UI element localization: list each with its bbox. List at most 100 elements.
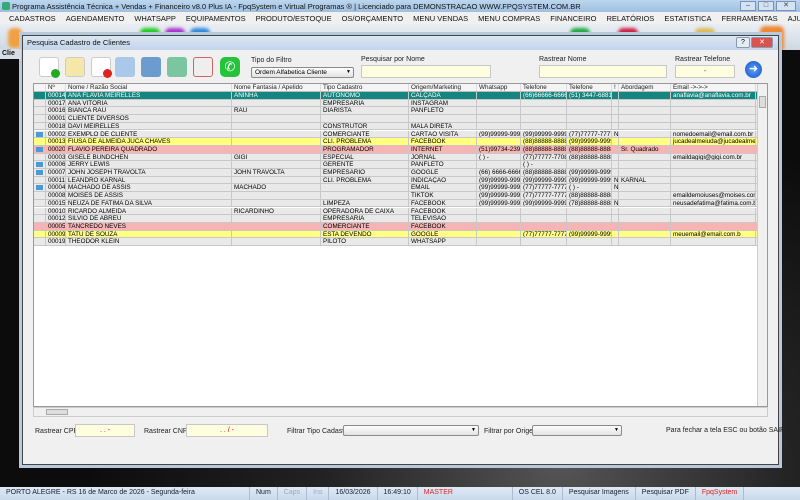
menu-agendamento[interactable]: AGENDAMENTO: [61, 12, 130, 24]
dialog-title-bar: Pesquisa Cadastro de Clientes: [23, 36, 778, 50]
cell: (77)77777-7708: [523, 153, 567, 161]
column-header[interactable]: Telefone: [521, 84, 567, 91]
cell: [619, 99, 671, 107]
whatsapp-icon[interactable]: ✆: [220, 57, 240, 77]
menu-relatrios[interactable]: RELATÓRIOS: [602, 12, 660, 24]
cell: [671, 238, 756, 245]
column-header[interactable]: [34, 84, 46, 91]
menu-osoramento[interactable]: OS/ORÇAMENTO: [337, 12, 409, 24]
contacts-icon[interactable]: [141, 57, 161, 77]
column-header[interactable]: Nome Fantasia / Apelido: [232, 84, 321, 91]
search-name-input[interactable]: [361, 65, 491, 78]
track-cnpj-input[interactable]: . . / -: [186, 424, 268, 437]
table-row[interactable]: 00006 JERRY LEWIS GERENTE PANFLETO ( ) -: [34, 161, 758, 169]
email-icon[interactable]: [193, 57, 213, 77]
table-row[interactable]: 00007 JOHN JOSEPH TRAVOLTA JOHN TRAVOLTA EM…: [34, 169, 758, 177]
menu-produtoestoque[interactable]: PRODUTO/ESTOQUE: [251, 12, 337, 24]
edit-document-icon[interactable]: [65, 57, 85, 77]
track-name-input[interactable]: [539, 65, 667, 78]
table-row[interactable]: 00008 MOISES DE ASSIS TIKTOK (99)99999-9999…: [34, 192, 758, 200]
table-row[interactable]: 00001 CLIENTE DIVERSOS: [34, 115, 758, 123]
menu-menucompras[interactable]: MENU COMPRAS: [473, 12, 545, 24]
menu-cadastros[interactable]: CADASTROS: [4, 12, 61, 24]
cell: INDICAÇÃO: [409, 176, 477, 184]
status-item[interactable]: FpqSystem: [696, 487, 745, 500]
print-icon[interactable]: [115, 57, 135, 77]
cell: FIUSA DE ALMEIDA JUCA CHAVES: [66, 138, 232, 145]
filter-type-select[interactable]: Ordem Alfabetica Cliente: [251, 67, 354, 78]
cell: [619, 184, 671, 192]
cell: GISELE BUNDCHEN: [66, 153, 232, 161]
cell: MOISES DE ASSIS: [66, 192, 232, 199]
cell: (99)99999-9999: [479, 199, 521, 207]
table-row[interactable]: 00020 FLAVIO PEREIRA QUADRADO PROGRAMADOR I…: [34, 145, 758, 154]
track-phone-input[interactable]: -: [675, 65, 735, 78]
menu-ajuda[interactable]: AJUDA: [783, 12, 800, 24]
cell: [477, 99, 521, 107]
cell: [671, 215, 756, 222]
row-indicator: [34, 184, 46, 192]
go-arrow-icon[interactable]: ➜: [745, 61, 762, 78]
filter-tipo-select[interactable]: [343, 425, 479, 436]
column-header[interactable]: Abordagem: [619, 84, 671, 91]
status-item[interactable]: OS CEL 8.0: [513, 487, 563, 500]
menu-menuvendas[interactable]: MENU VENDAS: [408, 12, 473, 24]
column-header[interactable]: Tipo Cadastro: [321, 84, 409, 91]
cell: [567, 207, 612, 215]
horizontal-scrollbar[interactable]: [33, 407, 768, 417]
column-header[interactable]: Email ->->->: [671, 84, 756, 91]
table-row[interactable]: 00003 GISELE BUNDCHEN GIGI ESPECIAL JORNAL( …: [34, 153, 758, 162]
cell: [612, 238, 619, 245]
table-row[interactable]: 00018 DAVI MEIRELLES CONSTRUTOR MALA DIRETA: [34, 122, 758, 131]
cell: [521, 238, 567, 245]
menu-whatsapp[interactable]: WHATSAPP: [129, 12, 181, 24]
table-row[interactable]: 00014 ANA FLAVIA MEIRELLES ANINHA AUTONOMO C…: [34, 92, 758, 100]
cell: 00013: [48, 138, 66, 145]
table-row[interactable]: 00012 SILVIO DE ABREU EMPRESARIA TELEVISÃO: [34, 215, 758, 223]
table-row[interactable]: 00017 ANA VITÓRIA EMPRESARIA INSTAGRAM: [34, 99, 758, 108]
menu-estatistica[interactable]: ESTATISTICA: [659, 12, 716, 24]
minimize-button[interactable]: –: [740, 1, 756, 11]
add-document-icon[interactable]: [39, 57, 60, 78]
close-app-button[interactable]: ✕: [776, 1, 796, 11]
status-item[interactable]: Pesquisar PDF: [636, 487, 696, 500]
table-row[interactable]: 00015 NEUZA DE FATIMA DA SILVA LIMPEZA FACE…: [34, 199, 758, 208]
maximize-button[interactable]: □: [758, 1, 774, 11]
help-button[interactable]: ?: [736, 37, 750, 48]
table-row[interactable]: 00005 TANCREDO NEVES COMERCIANTE FACEBOOK: [34, 222, 758, 231]
table-row[interactable]: 00002 EXEMPLO DE CLIENTE COMERCIANTE CARTÃO…: [34, 130, 758, 139]
cell: [477, 92, 521, 99]
menu-equipamentos[interactable]: EQUIPAMENTOS: [181, 12, 251, 24]
column-header[interactable]: !: [612, 84, 619, 91]
column-header[interactable]: Nº: [46, 84, 66, 91]
cell: MACHADO DE ASSIS: [66, 184, 232, 192]
column-header[interactable]: Origem/Marketing: [409, 84, 477, 91]
table-row[interactable]: 00004 MACHADO DE ASSIS MACHADO EMAIL (99)999…: [34, 184, 758, 193]
track-cpf-input[interactable]: . . -: [75, 424, 135, 437]
cell: [321, 192, 409, 199]
delete-document-icon[interactable]: [91, 57, 112, 78]
vertical-scrollbar[interactable]: [757, 84, 767, 406]
menu-ferramentas[interactable]: FERRAMENTAS: [717, 12, 783, 24]
menu-financeiro[interactable]: FINANCEIRO: [545, 12, 601, 24]
column-header[interactable]: Nome / Razão Social: [66, 84, 232, 91]
image-icon[interactable]: [167, 57, 187, 77]
column-header[interactable]: Telefone: [567, 84, 612, 91]
column-header[interactable]: Whatsapp: [477, 84, 521, 91]
clientes-label[interactable]: Clie: [0, 49, 21, 59]
table-row[interactable]: 00013 FIUSA DE ALMEIDA JUCA CHAVES CLI. PR…: [34, 138, 758, 146]
table-row[interactable]: 00016 BIANCA RAU RAU DIARISTA PANFLETO: [34, 107, 758, 116]
table-row[interactable]: 00019 THEODOR KLEIN PILOTO WHATSAPP: [34, 238, 758, 246]
cell: neusadefatima@fatima.com.br: [673, 199, 756, 207]
filter-origem-select[interactable]: [532, 425, 622, 436]
row-indicator: [34, 115, 46, 122]
table-row[interactable]: 00010 RICARDO ALMEIDA RICARDINHO OPERADORA …: [34, 207, 758, 216]
cell: (88)88888-8888: [523, 145, 567, 153]
table-row[interactable]: 00011 LEANDRO KARNAL CLI. PROBLEMA INDICAÇÃ…: [34, 176, 758, 185]
status-item[interactable]: Pesquisar Imagens: [563, 487, 636, 500]
cell: 00020: [48, 145, 66, 153]
cell: TELEVISÃO: [409, 215, 477, 222]
table-row[interactable]: 00009 TATU DE SOUZA ESTA DEVENDO GOOGLE (77)…: [34, 230, 758, 239]
cell: 00006: [48, 161, 66, 168]
close-dialog-button[interactable]: ✕: [751, 37, 773, 48]
